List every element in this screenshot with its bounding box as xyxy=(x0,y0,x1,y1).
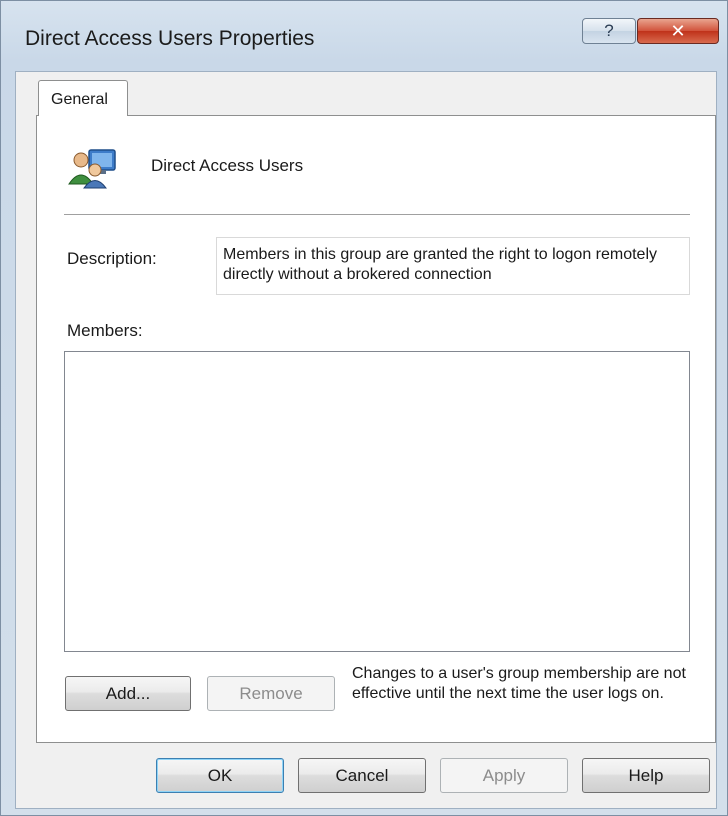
cancel-button[interactable]: Cancel xyxy=(298,758,426,793)
dialog-client-area: General Direct Access Users Description:… xyxy=(15,71,717,809)
description-label: Description: xyxy=(67,249,157,268)
tab-general[interactable]: General xyxy=(38,80,128,116)
remove-button[interactable]: Remove xyxy=(207,676,335,711)
general-tab-panel: Direct Access Users Description: Members… xyxy=(36,115,716,743)
members-label: Members: xyxy=(67,321,143,340)
properties-dialog: Direct Access Users Properties ? ✕ Gener… xyxy=(0,0,728,816)
ok-button[interactable]: OK xyxy=(156,758,284,793)
close-button[interactable]: ✕ xyxy=(637,18,719,44)
question-mark-icon: ? xyxy=(604,21,614,40)
apply-button[interactable]: Apply xyxy=(440,758,568,793)
help-button[interactable]: Help xyxy=(582,758,710,793)
title-help-button[interactable]: ? xyxy=(582,18,636,44)
membership-note: Changes to a user's group membership are… xyxy=(352,665,686,702)
dialog-title: Direct Access Users Properties xyxy=(25,27,315,50)
group-name: Direct Access Users xyxy=(151,156,304,175)
members-list[interactable] xyxy=(64,351,690,652)
close-icon: ✕ xyxy=(670,21,686,41)
users-group-icon xyxy=(67,140,117,190)
divider xyxy=(64,214,690,216)
description-field[interactable]: Members in this group are granted the ri… xyxy=(216,237,690,295)
add-button[interactable]: Add... xyxy=(65,676,191,711)
title-bar[interactable]: Direct Access Users Properties ? ✕ xyxy=(1,1,727,71)
